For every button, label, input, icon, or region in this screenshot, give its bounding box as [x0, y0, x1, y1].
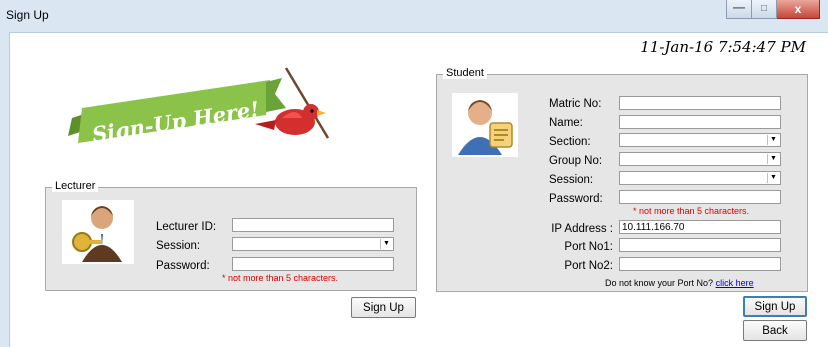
- chevron-down-icon[interactable]: ▼: [767, 173, 779, 183]
- student-signup-button[interactable]: Sign Up: [743, 296, 807, 317]
- matric-no-label: Matric No:: [549, 98, 602, 110]
- student-group: Student Matric No: Name: Section: ▼ Grou…: [436, 67, 808, 292]
- section-select[interactable]: ▼: [619, 133, 781, 147]
- minimize-icon: —: [733, 0, 745, 14]
- back-button[interactable]: Back: [743, 320, 807, 341]
- student-session-label: Session:: [549, 174, 594, 186]
- lecturer-group: Lecturer Lecturer ID: Session: ▼ Passwor…: [45, 180, 417, 291]
- lecturer-signup-button[interactable]: Sign Up: [351, 297, 416, 318]
- maximize-button[interactable]: □: [752, 0, 777, 19]
- chevron-down-icon[interactable]: ▼: [767, 154, 779, 164]
- datetime-display: 11-Jan-16 7:54:47 PM: [640, 38, 806, 56]
- name-label: Name:: [549, 117, 583, 129]
- lecturer-id-label: Lecturer ID:: [156, 221, 217, 233]
- ip-address-label: IP Address :: [551, 223, 613, 235]
- lecturer-legend: Lecturer: [52, 180, 99, 192]
- matric-no-input[interactable]: [619, 96, 781, 110]
- lecturer-session-label: Session:: [156, 240, 201, 252]
- close-button[interactable]: x: [777, 0, 820, 19]
- name-input[interactable]: [619, 115, 781, 129]
- user-key-icon: [72, 206, 122, 262]
- lecturer-avatar: [62, 200, 134, 264]
- window-frame: [0, 32, 10, 347]
- minimize-button[interactable]: —: [726, 0, 752, 19]
- ip-address-input[interactable]: 10.111.166.70: [619, 220, 781, 234]
- section-label: Section:: [549, 136, 591, 148]
- signup-banner-graphic: Sign-Up Here!: [68, 67, 330, 147]
- window-title: Sign Up: [6, 8, 49, 22]
- port-hint: Do not know your Port No? click here: [605, 278, 754, 288]
- student-password-input[interactable]: [619, 190, 781, 204]
- lecturer-password-label: Password:: [156, 260, 210, 272]
- student-legend: Student: [443, 67, 487, 79]
- chevron-down-icon[interactable]: ▼: [380, 239, 392, 249]
- student-password-warning: * not more than 5 characters.: [633, 206, 750, 216]
- port-no2-label: Port No2:: [564, 260, 613, 272]
- maximize-icon: □: [760, 3, 768, 14]
- title-bar: Sign Up — □ x: [0, 0, 828, 33]
- student-avatar: [452, 93, 518, 157]
- group-no-label: Group No:: [549, 155, 603, 167]
- student-password-label: Password:: [549, 193, 603, 205]
- lecturer-password-input[interactable]: [232, 257, 394, 271]
- group-no-select[interactable]: ▼: [619, 152, 781, 166]
- lecturer-password-warning: * not more than 5 characters.: [222, 273, 339, 283]
- port-hint-text: Do not know your Port No?: [605, 278, 714, 288]
- port-no1-input[interactable]: [619, 238, 781, 252]
- close-icon: x: [794, 2, 802, 16]
- port-no1-label: Port No1:: [564, 241, 613, 253]
- port-no2-input[interactable]: [619, 257, 781, 271]
- click-here-link[interactable]: click here: [716, 278, 754, 288]
- student-session-select[interactable]: ▼: [619, 171, 781, 185]
- lecturer-id-input[interactable]: [232, 218, 394, 232]
- user-edit-icon: [458, 100, 513, 155]
- chevron-down-icon[interactable]: ▼: [767, 135, 779, 145]
- lecturer-session-select[interactable]: ▼: [232, 237, 394, 251]
- window-controls: — □ x: [726, 0, 820, 20]
